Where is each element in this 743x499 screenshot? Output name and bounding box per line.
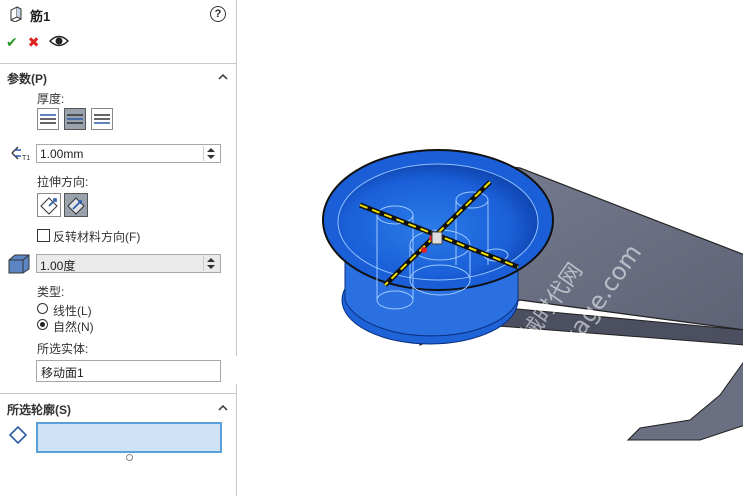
type-label: 类型: xyxy=(37,285,65,299)
chevron-up-icon[interactable] xyxy=(218,403,228,413)
thickness-side2-button[interactable] xyxy=(91,108,113,130)
thickness-dimension-icon: T1 xyxy=(10,144,32,165)
draft-angle-input[interactable]: 1.00度 xyxy=(36,254,221,273)
cancel-button[interactable]: ✖ xyxy=(28,34,40,51)
flip-material-checkbox[interactable] xyxy=(37,229,50,242)
normal-to-sketch-button[interactable] xyxy=(64,193,88,217)
type-natural-label: 自然(N) xyxy=(53,320,94,334)
resize-handle[interactable] xyxy=(126,454,133,461)
ok-button[interactable]: ✔ xyxy=(6,34,18,51)
lever-tail xyxy=(626,361,743,441)
property-manager: 筋1 ? ✔ ✖ 参数(P) 厚度: T1 1.00mm 拉伸方向: 反转材料方… xyxy=(0,0,237,496)
parameters-section-title[interactable]: 参数(P) xyxy=(7,70,47,87)
rib-feature-icon xyxy=(8,5,24,25)
thickness-label: 厚度: xyxy=(37,92,65,106)
type-linear-radio[interactable] xyxy=(37,303,48,314)
type-linear-label: 线性(L) xyxy=(53,304,92,318)
graphics-viewport[interactable]: 机械时代网 www.jxage.com xyxy=(237,0,743,496)
selected-bodies-field[interactable]: 移动面1 xyxy=(36,360,221,382)
contour-diamond-icon xyxy=(8,425,28,447)
direction-label: 拉伸方向: xyxy=(37,175,89,189)
feature-title: 筋1 xyxy=(30,8,51,24)
divider xyxy=(0,63,236,64)
thickness-both-button[interactable] xyxy=(64,108,86,130)
divider xyxy=(0,393,236,394)
svg-text:T1: T1 xyxy=(22,155,30,162)
parallel-to-sketch-button[interactable] xyxy=(37,193,61,217)
cursor-handle-icon xyxy=(431,231,443,245)
contours-section-title[interactable]: 所选轮廓(S) xyxy=(7,401,71,418)
thickness-input[interactable]: 1.00mm xyxy=(36,144,221,163)
preview-eye-icon[interactable] xyxy=(49,34,70,51)
thickness-side1-button[interactable] xyxy=(37,108,59,130)
sketch-point[interactable] xyxy=(421,247,427,253)
feature-header: 筋1 xyxy=(8,5,50,25)
flip-material-label: 反转材料方向(F) xyxy=(53,230,141,244)
model-view[interactable]: 机械时代网 www.jxage.com xyxy=(237,0,743,496)
type-natural-radio[interactable] xyxy=(37,319,48,330)
draft-angle-stepper[interactable] xyxy=(203,256,218,271)
thickness-stepper[interactable] xyxy=(203,146,218,161)
chevron-up-icon[interactable] xyxy=(218,72,228,82)
action-bar: ✔ ✖ xyxy=(6,33,79,51)
draft-icon[interactable] xyxy=(7,252,31,277)
selected-bodies-label: 所选实体: xyxy=(37,342,89,356)
selected-contours-box[interactable] xyxy=(36,422,222,453)
help-icon[interactable]: ? xyxy=(210,6,226,22)
